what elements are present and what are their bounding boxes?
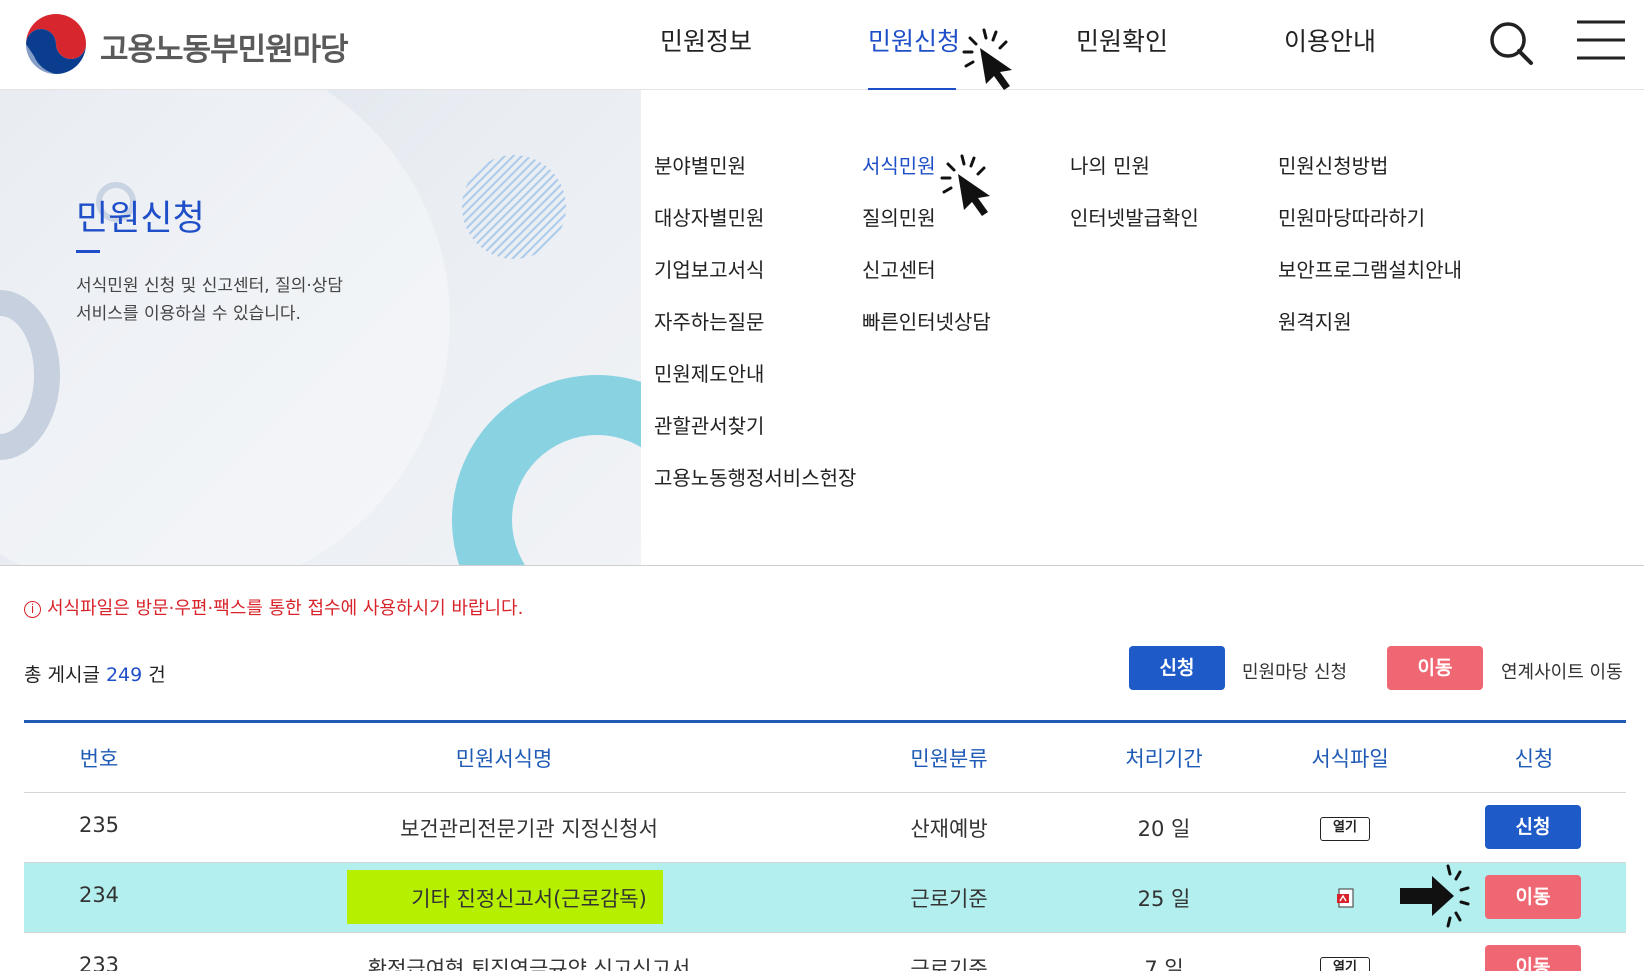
- menu-item-company-report[interactable]: 기업보고서식: [654, 254, 856, 306]
- row-form-name[interactable]: 확정급여형 퇴직연금규약 신고신고서: [224, 953, 834, 971]
- table-row: 234 기타 진정신고서(근로감독) 근로기준 25 일 이동: [24, 863, 1626, 933]
- mega-menu-description: 서식민원 신청 및 신고센터, 질의·상담 서비스를 이용하실 수 있습니다.: [76, 272, 376, 328]
- menu-item-report-center[interactable]: 신고센터: [862, 254, 991, 306]
- menu-item-target-civil[interactable]: 대상자별민원: [654, 202, 856, 254]
- mega-menu-description-line: 서식민원 신청 및 신고센터, 질의·상담: [76, 276, 344, 296]
- row-period: 20 일: [1137, 817, 1191, 841]
- menu-item-faq[interactable]: 자주하는질문: [654, 306, 856, 358]
- site-header: 고용노동부민원마당 민원정보 민원신청 민원확인 이용안내: [0, 0, 1644, 94]
- menu-item-my-civil[interactable]: 나의 민원: [1070, 150, 1199, 202]
- total-number: 249: [105, 664, 143, 686]
- menu-item-field-civil[interactable]: 분야별민원: [654, 150, 856, 202]
- row-category: 근로기준: [910, 957, 988, 971]
- nav-guide[interactable]: 이용안내: [1284, 22, 1376, 58]
- header-apply: 신청: [1514, 747, 1554, 771]
- menu-item-security-install[interactable]: 보안프로그램설치안내: [1278, 254, 1462, 306]
- nav-check[interactable]: 민원확인: [1076, 22, 1168, 58]
- header-form-file: 서식파일: [1311, 747, 1389, 771]
- nav-info[interactable]: 민원정보: [660, 22, 752, 58]
- click-cursor-icon: [940, 154, 990, 216]
- legend-apply-badge: 신청: [1129, 646, 1225, 690]
- table-row: 233 확정급여형 퇴직연금규약 신고신고서 근로기준 7 일 열기 이동: [24, 933, 1626, 971]
- open-file-button[interactable]: 열기: [1320, 957, 1370, 971]
- nav-apply[interactable]: 민원신청: [868, 22, 960, 58]
- legend-move-text: 연계사이트 이동: [1501, 662, 1623, 683]
- menu-item-follow-along[interactable]: 민원마당따라하기: [1278, 202, 1462, 254]
- mega-menu-intro-panel: 민원신청 서식민원 신청 및 신고센터, 질의·상담 서비스를 이용하실 수 있…: [0, 90, 641, 565]
- total-count: 총 게시글 249 건: [24, 660, 166, 687]
- click-cursor-icon: [962, 28, 1012, 90]
- header-form-name: 민원서식명: [455, 747, 553, 771]
- row-form-name[interactable]: 보건관리전문기관 지정신청서: [224, 813, 834, 843]
- mega-menu-description-line: 서비스를 이용하실 수 있습니다.: [76, 304, 301, 324]
- legend-apply-text: 민원마당 신청: [1242, 662, 1348, 683]
- legend-move-badge: 이동: [1387, 646, 1483, 690]
- row-form-name[interactable]: 기타 진정신고서(근로감독): [224, 883, 834, 913]
- mega-menu-column-4: 민원신청방법 민원마당따라하기 보안프로그램설치안내 원격지원: [1278, 150, 1462, 358]
- mega-menu-title: 민원신청: [76, 199, 205, 239]
- move-button[interactable]: 이동: [1485, 945, 1581, 971]
- menu-item-service-charter[interactable]: 고용노동행정서비스헌장: [654, 462, 856, 514]
- decor-striped-circle: [462, 155, 566, 259]
- notice-message: i 서식파일은 방문·우편·팩스를 통한 접수에 사용하시기 바랍니다.: [24, 594, 523, 620]
- row-period: 25 일: [1137, 887, 1191, 911]
- mega-menu-title-bar: [76, 250, 100, 253]
- menu-item-system-guide[interactable]: 민원제도안내: [654, 358, 856, 410]
- row-category: 근로기준: [910, 887, 988, 911]
- row-number: 235: [78, 813, 120, 837]
- header-number: 번호: [79, 747, 119, 771]
- mega-menu-column-3: 나의 민원 인터넷발급확인: [1070, 150, 1199, 254]
- government-emblem-icon[interactable]: [24, 12, 88, 76]
- search-icon[interactable]: [1488, 20, 1534, 66]
- menu-item-how-to-apply[interactable]: 민원신청방법: [1278, 150, 1462, 202]
- header-period: 처리기간: [1125, 747, 1203, 771]
- info-icon: i: [24, 601, 41, 618]
- header-category: 민원분류: [910, 747, 988, 771]
- menu-item-issue-check[interactable]: 인터넷발급확인: [1070, 202, 1199, 254]
- menu-item-quick-consult[interactable]: 빠른인터넷상담: [862, 306, 991, 358]
- total-unit: 건: [148, 664, 166, 686]
- section-divider: [0, 565, 1644, 566]
- decor-ring: [452, 375, 641, 565]
- menu-item-remote-support[interactable]: 원격지원: [1278, 306, 1462, 358]
- hamburger-menu-icon[interactable]: [1575, 18, 1627, 62]
- notice-text: 서식파일은 방문·우편·팩스를 통한 접수에 사용하시기 바랍니다.: [47, 598, 524, 619]
- row-category: 산재예방: [910, 817, 988, 841]
- row-period: 7 일: [1144, 957, 1184, 971]
- move-button[interactable]: 이동: [1485, 875, 1581, 919]
- menu-item-find-office[interactable]: 관할관서찾기: [654, 410, 856, 462]
- total-label: 총 게시글: [24, 664, 100, 686]
- form-list-table: 번호 민원서식명 민원분류 처리기간 서식파일 신청 235 보건관리전문기관 …: [24, 720, 1626, 971]
- apply-button[interactable]: 신청: [1485, 805, 1581, 849]
- pointing-arrow-icon: [1400, 864, 1470, 928]
- mega-menu-links: 분야별민원 대상자별민원 기업보고서식 자주하는질문 민원제도안내 관할관서찾기…: [641, 90, 1644, 565]
- table-row: 235 보건관리전문기관 지정신청서 산재예방 20 일 열기 신청: [24, 793, 1626, 863]
- site-logo-text[interactable]: 고용노동부민원마당: [100, 24, 349, 69]
- table-header: 번호 민원서식명 민원분류 처리기간 서식파일 신청: [24, 720, 1626, 793]
- pdf-file-icon[interactable]: [1336, 888, 1356, 908]
- row-number: 234: [78, 883, 120, 907]
- mega-menu-column-1: 분야별민원 대상자별민원 기업보고서식 자주하는질문 민원제도안내 관할관서찾기…: [654, 150, 856, 514]
- open-file-button[interactable]: 열기: [1320, 817, 1370, 841]
- row-number: 233: [78, 953, 120, 971]
